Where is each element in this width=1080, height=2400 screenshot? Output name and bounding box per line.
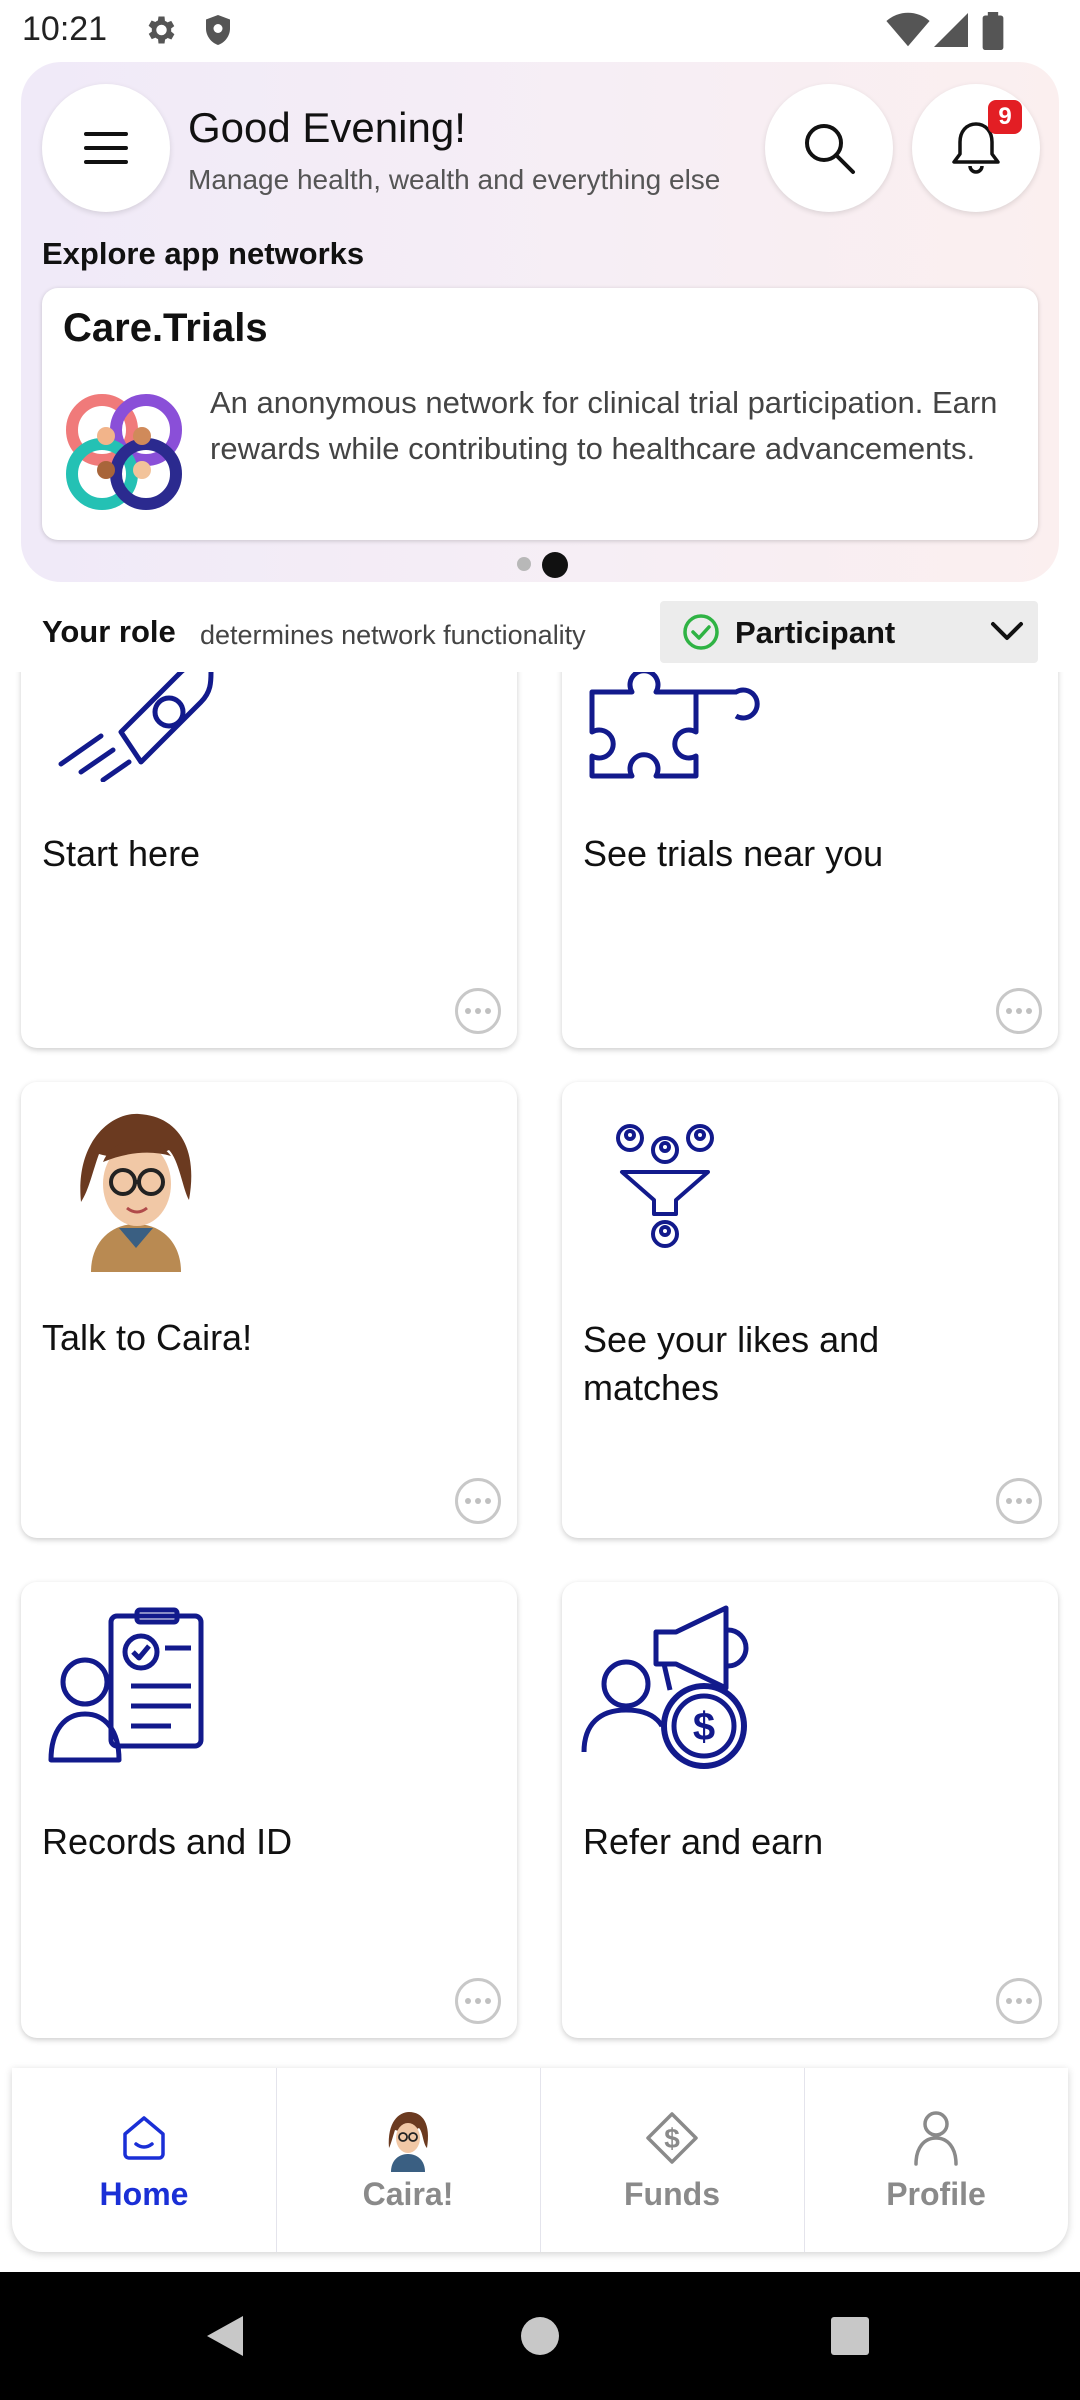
role-description: determines network functionality (200, 620, 586, 650)
network-description: An anonymous network for clinical trial … (210, 385, 998, 466)
nav-label: Home (99, 2176, 189, 2212)
rocket-icon (58, 672, 214, 782)
tile-label: Talk to Caira! (42, 1317, 253, 1358)
cellular-icon (934, 13, 968, 47)
wifi-icon (886, 12, 930, 47)
care-trials-logo-icon (66, 394, 182, 510)
tile-label: See trials near you (583, 833, 884, 874)
tile-label: Records and ID (42, 1821, 293, 1862)
tile-likes-and-matches[interactable]: See your likes and matches (562, 1082, 1058, 1538)
more-options-icon[interactable] (996, 1478, 1042, 1524)
network-title: Care.Trials (63, 306, 268, 350)
more-options-icon[interactable] (455, 988, 501, 1034)
bottom-navigation: Home Caira! $ Funds Profile (12, 2068, 1068, 2252)
tile-talk-to-caira[interactable]: Talk to Caira! (21, 1082, 517, 1538)
pager-dot-2-active[interactable] (542, 552, 568, 578)
search-icon (805, 124, 855, 174)
role-label: Your role (42, 614, 176, 649)
tile-label: Start here (42, 833, 201, 874)
tile-label: Refer and earn (583, 1821, 824, 1862)
svg-text:$: $ (664, 2123, 680, 2154)
home-icon (123, 2116, 165, 2160)
greeting-title: Good Evening! (188, 104, 466, 151)
nav-home[interactable]: Home (12, 2068, 276, 2252)
notification-badge: 9 (988, 100, 1022, 134)
recents-icon[interactable] (830, 2316, 870, 2356)
check-circle-icon (683, 614, 719, 650)
status-time: 10:21 (22, 10, 108, 48)
caira-avatar (80, 1113, 192, 1272)
more-options-icon[interactable] (455, 1978, 501, 2024)
explore-networks-label: Explore app networks (42, 236, 365, 271)
back-icon[interactable] (203, 2314, 245, 2358)
megaphone-dollar-icon: $ (581, 1605, 749, 1769)
more-options-icon[interactable] (996, 988, 1042, 1034)
tile-refer-and-earn[interactable]: $ Refer and earn (562, 1582, 1058, 2038)
svg-text:$: $ (693, 1705, 715, 1749)
tile-records-and-id[interactable]: Records and ID (21, 1582, 517, 2038)
chevron-down-icon (991, 622, 1023, 640)
more-options-icon[interactable] (455, 1478, 501, 1524)
nav-caira[interactable]: Caira! (276, 2068, 540, 2252)
tile-see-trials[interactable]: See trials near you (562, 672, 1058, 1048)
search-button[interactable] (765, 84, 893, 212)
pager-dot-1[interactable] (517, 557, 531, 571)
hamburger-icon (84, 132, 128, 164)
shield-icon (206, 15, 230, 45)
caira-avatar (388, 2112, 429, 2172)
nav-label: Funds (624, 2176, 720, 2212)
funds-icon: $ (646, 2112, 698, 2164)
tile-start-here[interactable]: Start here (21, 672, 517, 1048)
menu-button[interactable] (42, 84, 170, 212)
network-card-care-trials[interactable]: Care.Trials An anonymous network for cli… (42, 288, 1038, 540)
puzzle-icon (589, 672, 760, 779)
tile-label: See your likes and matches (583, 1319, 880, 1408)
role-dropdown[interactable]: Participant (660, 601, 1038, 663)
role-selected-value: Participant (735, 615, 896, 650)
nav-label: Caira! (362, 2176, 454, 2212)
status-bar: 10:21 (0, 0, 1080, 62)
nav-label: Profile (886, 2176, 986, 2212)
funnel-people-icon (616, 1124, 714, 1248)
gear-icon (148, 16, 175, 44)
more-options-icon[interactable] (996, 1978, 1042, 2024)
nav-profile[interactable]: Profile (804, 2068, 1068, 2252)
greeting-subtitle: Manage health, wealth and everything els… (188, 164, 721, 195)
records-id-icon (48, 1607, 204, 1763)
tiles-grid: Start here See trials near you Talk to C… (0, 672, 1080, 2052)
battery-icon (982, 12, 1004, 50)
nav-funds[interactable]: $ Funds (540, 2068, 804, 2252)
profile-icon (914, 2111, 958, 2166)
home-circle-icon[interactable] (520, 2316, 560, 2356)
system-navigation-bar (0, 2272, 1080, 2400)
